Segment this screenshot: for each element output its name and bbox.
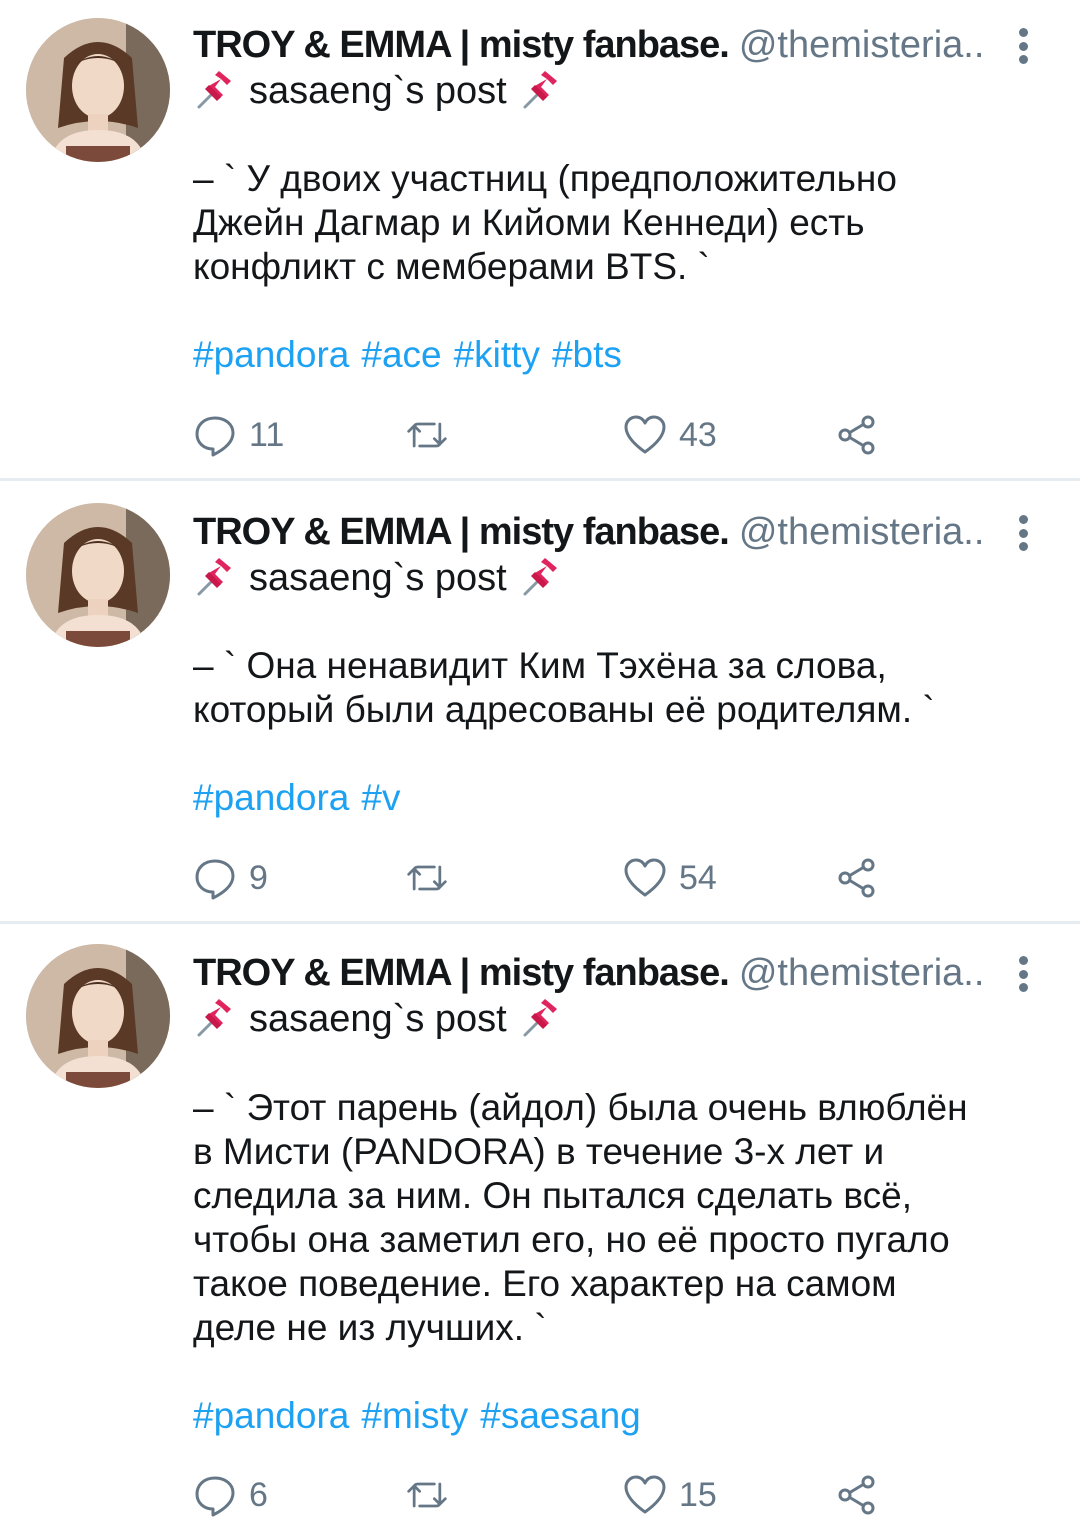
tweet-actions: 11 43 bbox=[193, 410, 913, 460]
author-handle[interactable]: @themisteria.. bbox=[739, 952, 985, 994]
tweet[interactable]: TROY & EMMA | misty fanbase. @themisteria… bbox=[0, 924, 1080, 1538]
hashtags: #pandora #misty #saesang bbox=[193, 1394, 653, 1438]
author-name[interactable]: TROY & EMMA | misty fanbase. bbox=[193, 24, 730, 66]
more-vertical-icon[interactable] bbox=[1008, 511, 1038, 555]
tweet-text-line: конфликт с мемберами BTS. ` bbox=[193, 246, 710, 287]
pushpin-icon bbox=[197, 71, 231, 109]
pushpin-icon bbox=[523, 558, 557, 596]
tweet-text: – ` У двоих участниц (предположительно Д… bbox=[193, 157, 1033, 289]
reply-button[interactable]: 9 bbox=[193, 853, 268, 903]
retweet-button[interactable] bbox=[405, 410, 461, 460]
retweet-icon bbox=[407, 1482, 447, 1508]
hashtag-link[interactable]: #pandora bbox=[193, 334, 349, 375]
author-name[interactable]: TROY & EMMA | misty fanbase. bbox=[193, 511, 730, 553]
avatar[interactable] bbox=[26, 18, 170, 162]
share-button[interactable] bbox=[835, 853, 879, 903]
reply-count: 11 bbox=[249, 415, 285, 454]
avatar-image bbox=[26, 18, 170, 162]
hashtag-link[interactable]: #kitty bbox=[454, 334, 540, 375]
pushpin-icon bbox=[197, 999, 231, 1037]
hashtag-link[interactable]: #v bbox=[361, 777, 400, 818]
tweet-text-line: – ` Этот парень (айдол) была очень влюбл… bbox=[193, 1087, 968, 1128]
subline-text: sasaeng`s post bbox=[249, 998, 507, 1040]
avatar[interactable] bbox=[26, 503, 170, 647]
like-button[interactable]: 54 bbox=[623, 853, 717, 903]
tweet-feed: TROY & EMMA | misty fanbase. @themisteria… bbox=[0, 0, 1080, 1538]
heart-icon bbox=[624, 858, 666, 897]
hashtag-link[interactable]: #pandora bbox=[193, 1395, 349, 1436]
pushpin-icon bbox=[523, 71, 557, 109]
tweet-text-line: Джейн Дагмар и Кийоми Кеннеди) есть bbox=[193, 202, 865, 243]
like-button[interactable]: 43 bbox=[623, 410, 717, 460]
share-icon bbox=[838, 1475, 875, 1515]
reply-count: 6 bbox=[249, 1475, 268, 1514]
author-handle[interactable]: @themisteria.. bbox=[739, 24, 985, 66]
tweet-header: TROY & EMMA | misty fanbase. @themisteria… bbox=[193, 22, 1003, 68]
tweet-text-line: – ` Она ненавидит Ким Тэхёна за слова, bbox=[193, 645, 887, 686]
retweet-icon bbox=[407, 865, 447, 891]
tweet-actions: 9 54 bbox=[193, 853, 913, 903]
share-button[interactable] bbox=[835, 1470, 879, 1520]
retweet-button[interactable] bbox=[405, 853, 461, 903]
more-vertical-icon[interactable] bbox=[1008, 24, 1038, 68]
tweet-subline: sasaeng`s post bbox=[193, 68, 563, 114]
retweet-button[interactable] bbox=[405, 1470, 461, 1520]
reply-icon bbox=[195, 1476, 235, 1517]
tweet-text: – ` Этот парень (айдол) была очень влюбл… bbox=[193, 1086, 1033, 1350]
tweet-header: TROY & EMMA | misty fanbase. @themisteria… bbox=[193, 509, 1003, 555]
retweet-icon bbox=[407, 422, 447, 448]
share-icon bbox=[838, 415, 875, 455]
reply-count: 9 bbox=[249, 858, 268, 897]
tweet[interactable]: TROY & EMMA | misty fanbase. @themisteria… bbox=[0, 481, 1080, 921]
tweet-text-line: – ` У двоих участниц (предположительно bbox=[193, 158, 897, 199]
like-count: 54 bbox=[679, 858, 717, 897]
like-count: 15 bbox=[679, 1475, 717, 1514]
reply-icon bbox=[195, 416, 235, 457]
tweet[interactable]: TROY & EMMA | misty fanbase. @themisteria… bbox=[0, 0, 1080, 478]
pushpin-icon bbox=[523, 999, 557, 1037]
tweet-subline: sasaeng`s post bbox=[193, 555, 563, 601]
like-button[interactable]: 15 bbox=[623, 1470, 717, 1520]
avatar[interactable] bbox=[26, 944, 170, 1088]
tweet-actions: 6 15 bbox=[193, 1470, 913, 1520]
avatar-image bbox=[26, 944, 170, 1088]
more-vertical-icon[interactable] bbox=[1008, 952, 1038, 996]
tweet-header: TROY & EMMA | misty fanbase. @themisteria… bbox=[193, 950, 1003, 996]
hashtag-link[interactable]: #saesang bbox=[480, 1395, 640, 1436]
hashtags: #pandora #ace #kitty #bts bbox=[193, 333, 634, 377]
tweet-text: – ` Она ненавидит Ким Тэхёна за слова, к… bbox=[193, 644, 1033, 732]
avatar-image bbox=[26, 503, 170, 647]
reply-icon bbox=[195, 859, 235, 900]
hashtag-link[interactable]: #bts bbox=[552, 334, 622, 375]
subline-text: sasaeng`s post bbox=[249, 70, 507, 112]
share-button[interactable] bbox=[835, 410, 879, 460]
reply-button[interactable]: 6 bbox=[193, 1470, 268, 1520]
hashtags: #pandora #v bbox=[193, 776, 412, 820]
tweet-text-line: деле не из лучших. ` bbox=[193, 1307, 547, 1348]
share-icon bbox=[838, 858, 875, 898]
tweet-text-line: который были адресованы её родителям. ` bbox=[193, 689, 935, 730]
tweet-text-line: в Мисти (PANDORA) в течение 3-х лет и bbox=[193, 1131, 885, 1172]
hashtag-link[interactable]: #misty bbox=[361, 1395, 468, 1436]
reply-button[interactable]: 11 bbox=[193, 410, 284, 460]
tweet-text-line: чтобы она заметил его, но её просто пуга… bbox=[193, 1219, 950, 1260]
tweet-text-line: такое поведение. Его характер на самом bbox=[193, 1263, 897, 1304]
tweet-subline: sasaeng`s post bbox=[193, 996, 563, 1042]
heart-icon bbox=[624, 415, 666, 454]
tweet-text-line: следила за ним. Он пытался сделать всё, bbox=[193, 1175, 913, 1216]
like-count: 43 bbox=[679, 415, 717, 454]
subline-text: sasaeng`s post bbox=[249, 557, 507, 599]
author-name[interactable]: TROY & EMMA | misty fanbase. bbox=[193, 952, 730, 994]
author-handle[interactable]: @themisteria.. bbox=[739, 511, 985, 553]
pushpin-icon bbox=[197, 558, 231, 596]
hashtag-link[interactable]: #pandora bbox=[193, 777, 349, 818]
hashtag-link[interactable]: #ace bbox=[361, 334, 441, 375]
heart-icon bbox=[624, 1475, 666, 1514]
